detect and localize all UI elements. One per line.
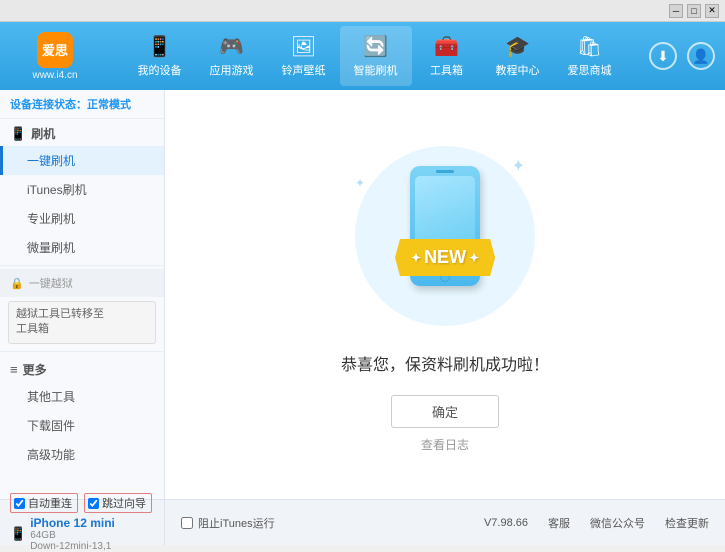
nav-wallpaper[interactable]: 🖼 铃声壁纸 xyxy=(268,26,340,86)
nav-toolbox-label: 工具箱 xyxy=(430,62,463,78)
more-section-label: 更多 xyxy=(23,361,47,378)
nav-apps-label: 应用游戏 xyxy=(210,62,254,78)
divider-1 xyxy=(0,265,164,266)
nav-bar: 📱 我的设备 🎮 应用游戏 🖼 铃声壁纸 🔄 智能刷机 🧰 工具箱 🎓 教程中心… xyxy=(100,26,649,86)
window-controls[interactable]: ─ □ ✕ xyxy=(669,4,719,18)
sidebar-item-one-click-flash[interactable]: 一键刷机 xyxy=(0,146,164,175)
device-name: iPhone 12 mini xyxy=(30,516,115,530)
new-badge: ✦ NEW ✦ xyxy=(395,239,495,276)
sidebar-item-download-firmware[interactable]: 下载固件 xyxy=(0,411,164,440)
device-icon: 📱 xyxy=(10,526,26,542)
download-btn[interactable]: ⬇ xyxy=(649,42,677,70)
app-header: 爱思 www.i4.cn 📱 我的设备 🎮 应用游戏 🖼 铃声壁纸 🔄 智能刷机… xyxy=(0,22,725,90)
auto-restart-checkbox-label[interactable]: 自动重连 xyxy=(10,493,78,513)
success-illustration: ✦ ✦ ✦ NEW ✦ xyxy=(345,136,545,336)
lock-icon: 🔒 xyxy=(10,277,24,290)
minimize-btn[interactable]: ─ xyxy=(669,4,683,18)
nav-smart-flash[interactable]: 🔄 智能刷机 xyxy=(340,26,412,86)
sidebar-item-advanced[interactable]: 高级功能 xyxy=(0,440,164,469)
logo-icon: 爱思 xyxy=(37,32,73,68)
nav-toolbox[interactable]: 🧰 工具箱 xyxy=(412,26,482,86)
nav-tutorials[interactable]: 🎓 教程中心 xyxy=(482,26,554,86)
star-top-right-icon: ✦ xyxy=(512,156,525,176)
sidebar-item-micro-flash[interactable]: 微量刷机 xyxy=(0,233,164,262)
header-right-buttons: ⬇ 👤 xyxy=(649,42,715,70)
skip-wizard-checkbox-label[interactable]: 跳过向导 xyxy=(84,493,152,513)
auto-restart-checkbox[interactable] xyxy=(14,498,25,509)
nav-store[interactable]: 🛍 爱思商城 xyxy=(554,26,626,86)
nav-my-device-icon: 📱 xyxy=(147,34,172,59)
sidebar-section-jailbreak: 🔒 一键越狱 xyxy=(0,269,164,297)
main-area: 设备连接状态：正常模式 📱 刷机 一键刷机 iTunes刷机 专业刷机 微量刷机… xyxy=(0,90,725,499)
sparkle-left-icon: ✦ xyxy=(411,251,421,265)
micro-flash-label: 微量刷机 xyxy=(27,241,75,255)
pro-flash-label: 专业刷机 xyxy=(27,212,75,226)
status-label: 设备连接状态： xyxy=(10,99,87,111)
nav-smart-flash-label: 智能刷机 xyxy=(354,62,398,78)
ribbon-label: ✦ NEW ✦ xyxy=(395,239,495,276)
device-system: Down-12mini-13,1 xyxy=(30,541,115,552)
today-log-link[interactable]: 查看日志 xyxy=(421,436,469,453)
sidebar-item-itunes-flash[interactable]: iTunes刷机 xyxy=(0,175,164,204)
status-value: 正常模式 xyxy=(87,99,131,111)
phone-illustration: ✦ NEW ✦ xyxy=(410,166,480,286)
flash-section-icon: 📱 xyxy=(10,126,26,142)
success-message: 恭喜您，保资料刷机成功啦！ xyxy=(341,351,549,375)
sidebar-section-flash: 📱 刷机 xyxy=(0,119,164,146)
one-click-flash-label: 一键刷机 xyxy=(27,154,75,168)
nav-toolbox-icon: 🧰 xyxy=(434,34,459,59)
nav-tutorials-label: 教程中心 xyxy=(496,62,540,78)
logo-text: 爱思 xyxy=(42,40,68,59)
logo-url: www.i4.cn xyxy=(32,70,77,81)
app-logo: 爱思 www.i4.cn xyxy=(10,32,100,81)
nav-wallpaper-label: 铃声壁纸 xyxy=(282,62,326,78)
jailbreak-section-label: 一键越狱 xyxy=(29,275,73,291)
checkbox-group: 自动重连 跳过向导 xyxy=(10,493,154,513)
nav-store-label: 爱思商城 xyxy=(568,62,612,78)
other-tools-label: 其他工具 xyxy=(27,390,75,404)
advanced-label: 高级功能 xyxy=(27,448,75,462)
sidebar-item-pro-flash[interactable]: 专业刷机 xyxy=(0,204,164,233)
main-content: ✦ ✦ ✦ NEW ✦ 恭喜您，保资料刷机成功啦！ 确定 查看日志 xyxy=(165,90,725,499)
itunes-flash-label: iTunes刷机 xyxy=(27,183,87,197)
device-status: 设备连接状态：正常模式 xyxy=(0,90,164,119)
nav-apps-icon: 🎮 xyxy=(219,34,244,59)
nav-tutorials-icon: 🎓 xyxy=(505,34,530,59)
auto-restart-label: 自动重连 xyxy=(28,495,72,511)
divider-2 xyxy=(0,351,164,352)
flash-section-label: 刷机 xyxy=(31,125,55,142)
sidebar-item-other-tools[interactable]: 其他工具 xyxy=(0,382,164,411)
sidebar-section-more: ≡ 更多 xyxy=(0,355,164,382)
title-bar: ─ □ ✕ xyxy=(0,0,725,22)
bottom-bar: 自动重连 跳过向导 📱 iPhone 12 mini 64GB Down-12m… xyxy=(0,499,725,545)
nav-store-icon: 🛍 xyxy=(577,34,602,59)
more-section-icon: ≡ xyxy=(10,362,18,377)
nav-wallpaper-icon: 🖼 xyxy=(291,34,316,59)
maximize-btn[interactable]: □ xyxy=(687,4,701,18)
new-badge-text: NEW xyxy=(424,247,466,268)
download-firmware-label: 下载固件 xyxy=(27,419,75,433)
phone-speaker xyxy=(436,170,454,173)
close-btn[interactable]: ✕ xyxy=(705,4,719,18)
confirm-button[interactable]: 确定 xyxy=(391,395,499,428)
skip-wizard-checkbox[interactable] xyxy=(88,498,99,509)
sparkle-right-icon: ✦ xyxy=(469,251,479,265)
sidebar: 设备连接状态：正常模式 📱 刷机 一键刷机 iTunes刷机 专业刷机 微量刷机… xyxy=(0,90,165,499)
device-storage: 64GB xyxy=(30,530,115,541)
nav-smart-flash-icon: 🔄 xyxy=(363,34,388,59)
device-details: iPhone 12 mini 64GB Down-12mini-13,1 xyxy=(30,516,115,552)
nav-my-device-label: 我的设备 xyxy=(138,62,182,78)
device-info: 📱 iPhone 12 mini 64GB Down-12mini-13,1 xyxy=(10,516,154,552)
user-btn[interactable]: 👤 xyxy=(687,42,715,70)
jailbreak-warning: 越狱工具已转移至工具箱 xyxy=(8,301,156,344)
skip-wizard-label: 跳过向导 xyxy=(102,495,146,511)
nav-my-device[interactable]: 📱 我的设备 xyxy=(124,26,196,86)
jailbreak-warning-text: 越狱工具已转移至工具箱 xyxy=(16,308,104,335)
nav-apps-games[interactable]: 🎮 应用游戏 xyxy=(196,26,268,86)
star-top-left-icon: ✦ xyxy=(355,176,365,190)
